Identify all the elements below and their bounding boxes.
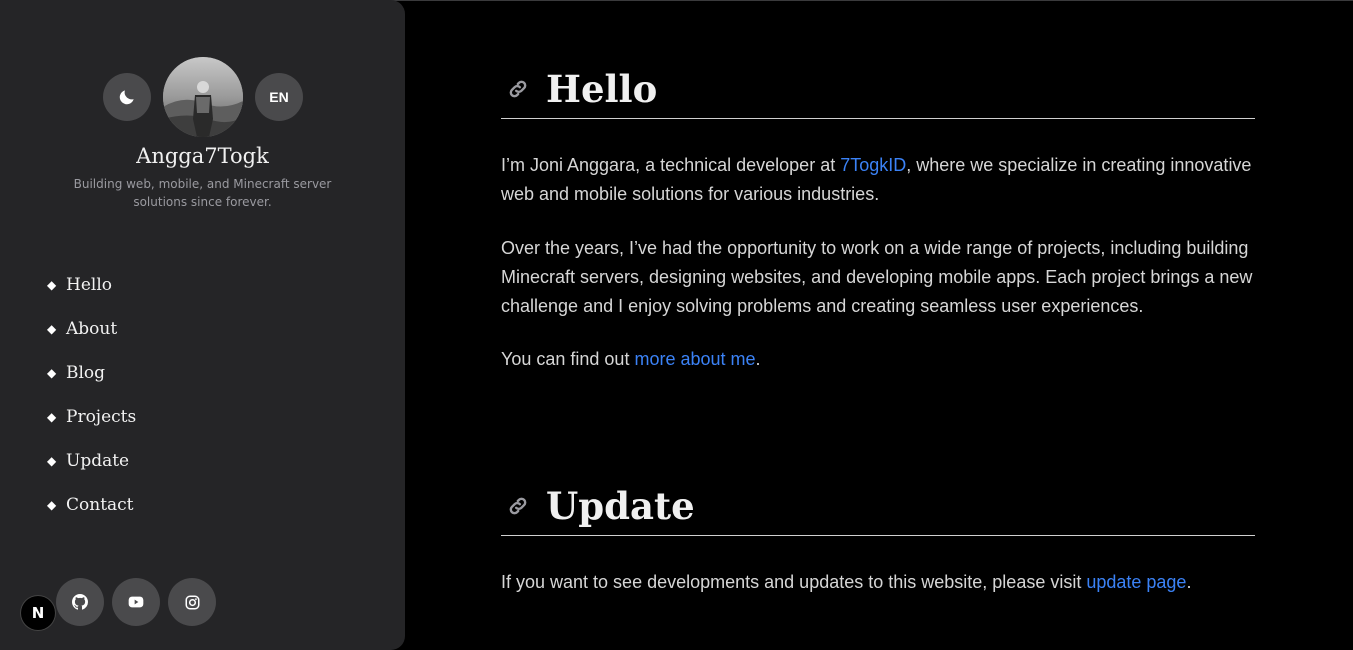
diamond-icon: ◆ [47,322,57,336]
language-button[interactable]: EN [255,73,303,121]
hello-title: Hello [546,67,658,111]
diamond-icon: ◆ [47,410,57,424]
link-icon[interactable] [501,60,534,118]
company-link[interactable]: 7TogkID [840,155,906,175]
nav-item-projects[interactable]: ◆ Projects [47,395,136,439]
hello-section: Hello I’m Joni Anggara, a technical deve… [501,60,1255,374]
nav-item-contact[interactable]: ◆ Contact [47,483,136,527]
site-name: Angga7Togk [136,144,269,168]
nav-item-label: Blog [66,363,106,383]
language-label: EN [269,89,289,105]
update-section: Update If you want to see developments a… [501,477,1255,597]
hello-paragraph-1: I’m Joni Anggara, a technical developer … [501,155,1252,204]
nav-item-hello[interactable]: ◆ Hello [47,263,136,307]
youtube-icon [128,596,144,608]
diamond-icon: ◆ [47,454,57,468]
nav-item-label: About [66,319,118,339]
update-title: Update [546,484,695,528]
moon-icon [119,90,134,105]
sidebar-nav: ◆ Hello ◆ About ◆ Blog ◆ Projects ◆ Update ◆ C… [47,263,136,527]
theme-toggle-button[interactable] [103,73,151,121]
update-heading: Update [501,477,1255,536]
instagram-icon [185,595,199,609]
sidebar: EN Angga7Togk Building web, mobile, and … [0,0,405,650]
nav-item-about[interactable]: ◆ About [47,307,136,351]
tagline: Building web, mobile, and Minecraft serv… [73,177,332,209]
youtube-button[interactable] [112,578,160,626]
about-me-link[interactable]: more about me [634,349,755,369]
nextjs-badge[interactable]: N [21,596,55,630]
instagram-button[interactable] [168,578,216,626]
github-button[interactable] [56,578,104,626]
diamond-icon: ◆ [47,366,57,380]
nav-item-blog[interactable]: ◆ Blog [47,351,136,395]
nav-item-label: Projects [66,407,137,427]
link-icon[interactable] [501,477,534,535]
update-page-link[interactable]: update page [1086,572,1186,592]
hello-paragraph-3: You can find out more about me. [501,349,761,369]
nav-item-label: Hello [66,275,112,295]
nextjs-badge-label: N [31,604,45,622]
avatar [163,57,243,137]
update-paragraph: If you want to see developments and upda… [501,572,1192,592]
diamond-icon: ◆ [47,498,57,512]
diamond-icon: ◆ [47,278,57,292]
hello-heading: Hello [501,60,1255,119]
hello-paragraph-2: Over the years, I’ve had the opportunity… [501,238,1253,316]
nav-item-label: Contact [66,495,134,515]
nav-item-update[interactable]: ◆ Update [47,439,136,483]
github-icon [72,594,88,610]
nav-item-label: Update [66,451,130,471]
